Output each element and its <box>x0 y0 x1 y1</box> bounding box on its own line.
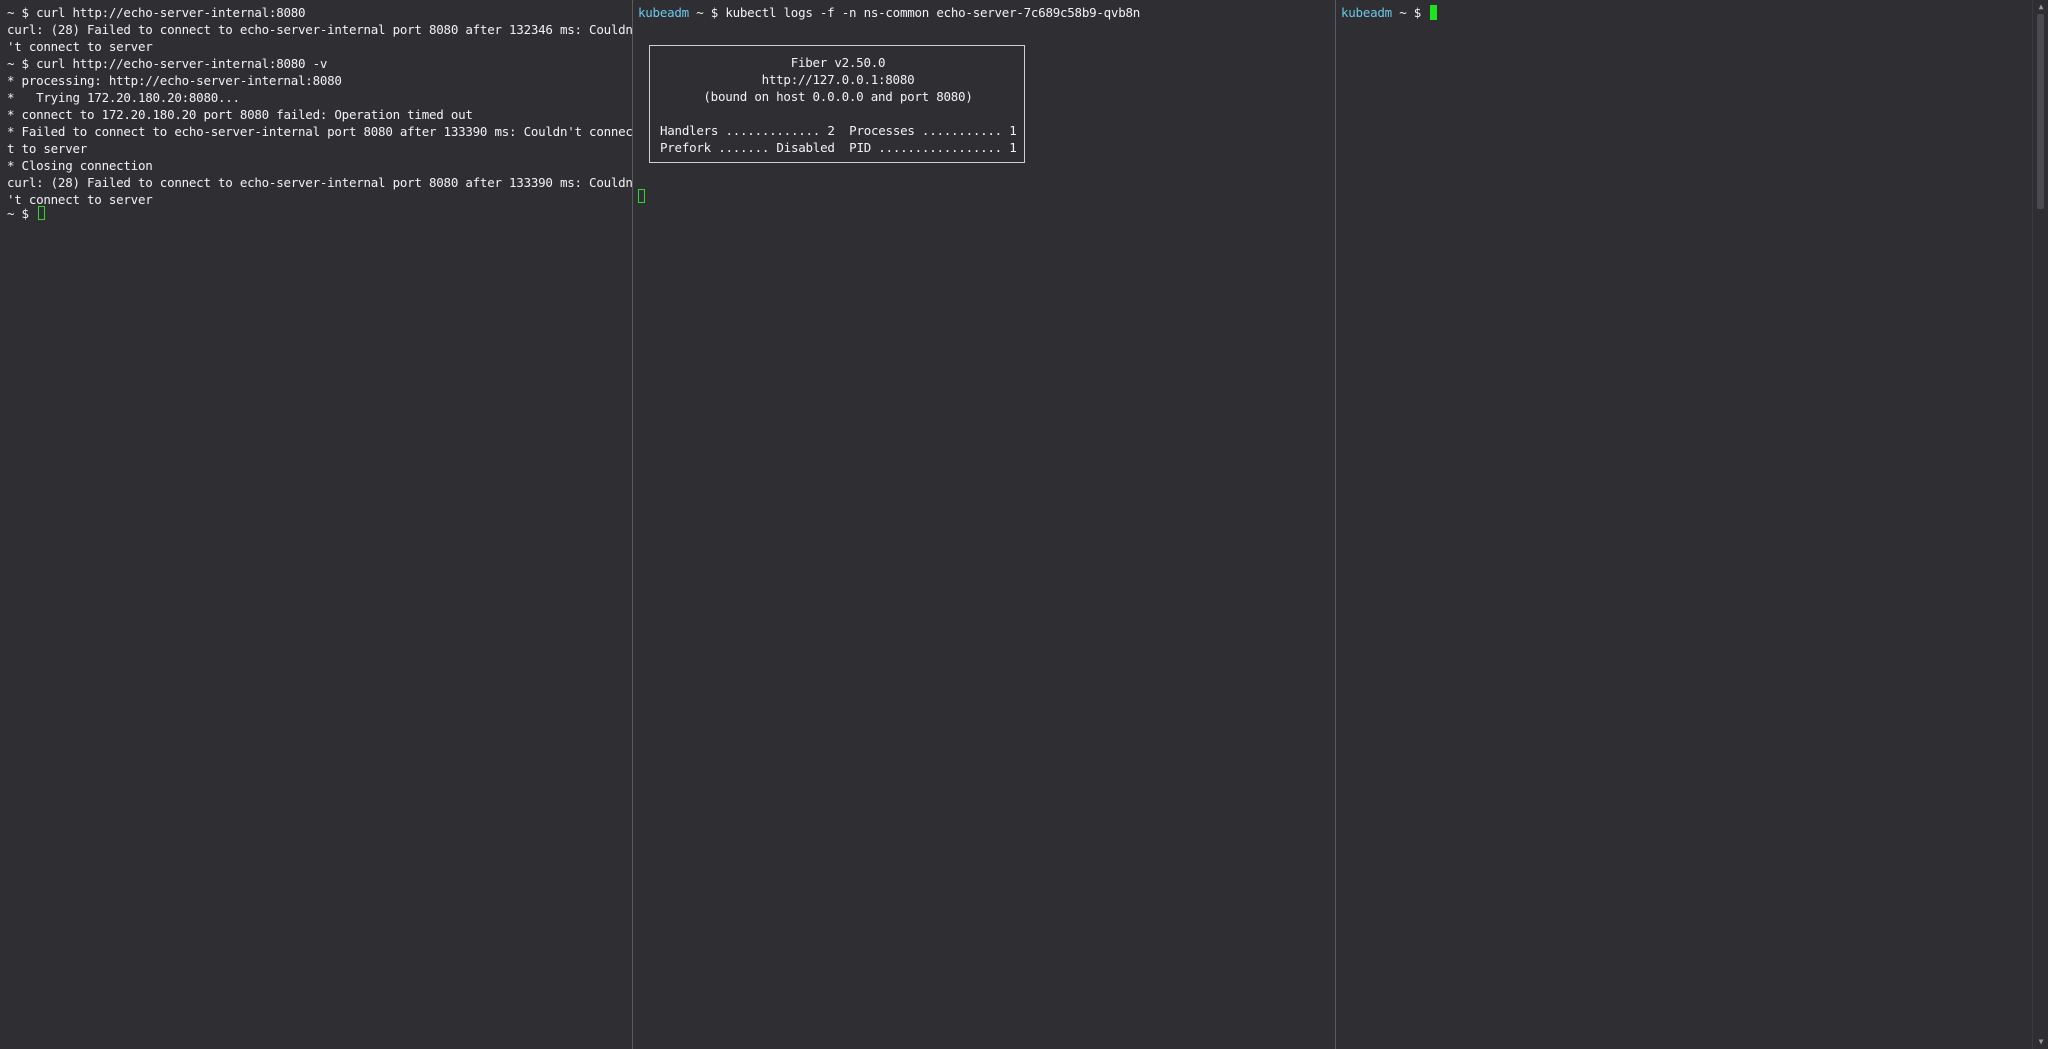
terminal-prompt-line[interactable]: ~ $ <box>7 205 46 222</box>
terminal-line: * processing: http://echo-server-interna… <box>7 73 342 88</box>
command-text: curl http://echo-server-internal:8080 <box>36 5 306 20</box>
banner-stats-row: Prefork ....... Disabled PID ...........… <box>660 140 1017 155</box>
cursor-icon <box>38 206 46 220</box>
fiber-banner: Fiber v2.50.0 http://127.0.0.1:8080 (bou… <box>649 45 1025 163</box>
terminal-line: curl: (28) Failed to connect to echo-ser… <box>7 22 632 37</box>
terminal-line: ~ $ curl http://echo-server-internal:808… <box>7 55 327 72</box>
banner-title: Fiber v2.50.0 <box>790 55 886 70</box>
terminal-line: * Failed to connect to echo-server-inter… <box>7 124 632 139</box>
cursor-icon <box>638 189 645 203</box>
prompt: ~ $ <box>7 5 37 20</box>
prompt-symbol: ~ $ <box>1391 5 1429 20</box>
command-text: curl http://echo-server-internal:8080 -v <box>36 56 328 71</box>
prompt-user: kubeadm <box>1341 5 1392 20</box>
terminal-line: t to server <box>7 141 88 156</box>
terminal-pane-right[interactable]: kubeadm ~ $ <box>1336 0 2032 1049</box>
terminal-line: * connect to 172.20.180.20 port 8080 fai… <box>7 107 473 122</box>
terminal-line: * Closing connection <box>7 158 153 173</box>
scroll-down-arrow-icon[interactable]: ▼ <box>2036 1037 2046 1047</box>
banner-stats-row: Handlers ............. 2 Processes .....… <box>660 123 1017 138</box>
prompt-symbol: ~ $ <box>688 5 726 20</box>
command-text: kubectl logs -f -n ns-common echo-server… <box>725 5 1141 20</box>
prompt-user: kubeadm <box>638 5 689 20</box>
vertical-scrollbar[interactable]: ▲ ▼ <box>2032 0 2048 1049</box>
cursor-icon <box>1430 5 1438 20</box>
terminal-line: 't connect to server <box>7 39 153 54</box>
terminal-line: curl: (28) Failed to connect to echo-ser… <box>7 175 632 190</box>
terminal-prompt-line[interactable] <box>638 188 645 205</box>
scrollbar-thumb[interactable] <box>2037 14 2044 209</box>
scroll-up-arrow-icon[interactable]: ▲ <box>2036 2 2046 12</box>
terminal-prompt-line[interactable]: kubeadm ~ $ <box>1341 4 1438 21</box>
terminal-line: * Trying 172.20.180.20:8080... <box>7 90 240 105</box>
banner-url: http://127.0.0.1:8080 <box>761 72 915 87</box>
terminal-pane-left[interactable]: ~ $ curl http://echo-server-internal:808… <box>0 0 632 1049</box>
terminal-line: ~ $ curl http://echo-server-internal:808… <box>7 4 306 21</box>
prompt: ~ $ <box>7 206 37 221</box>
banner-bound: (bound on host 0.0.0.0 and port 8080) <box>703 89 973 104</box>
terminal-window: ~ $ curl http://echo-server-internal:808… <box>0 0 2048 1049</box>
prompt: ~ $ <box>7 56 37 71</box>
terminal-line: kubeadm ~ $ kubectl logs -f -n ns-common… <box>638 4 1140 21</box>
